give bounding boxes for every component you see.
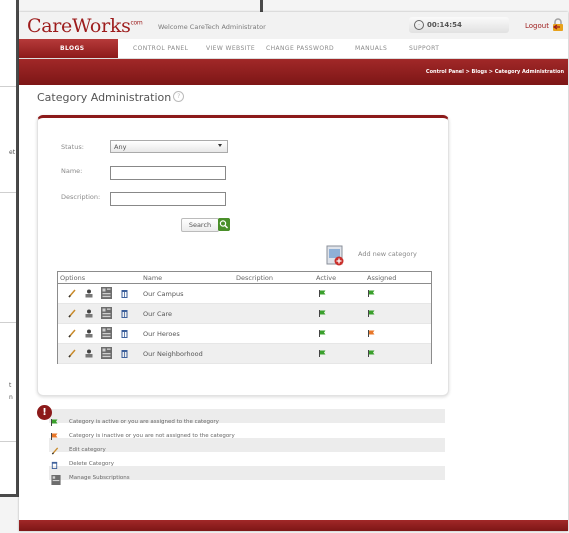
- top-bar: CareWorkscom Welcome CareTech Administra…: [19, 12, 568, 39]
- row-name[interactable]: Our Care: [143, 310, 172, 318]
- row-name[interactable]: Our Heroes: [143, 330, 180, 338]
- active-green-flag-icon: [319, 290, 326, 297]
- col-name[interactable]: Name: [143, 274, 162, 282]
- user-icon[interactable]: [85, 289, 93, 298]
- warning-icon: !: [37, 405, 52, 420]
- pencil-icon[interactable]: [68, 329, 76, 338]
- subscriptions-icon[interactable]: [101, 327, 112, 339]
- status-label: Status:: [61, 143, 84, 151]
- assigned-orange-flag-icon: [368, 330, 375, 337]
- search-button[interactable]: Search: [181, 218, 230, 232]
- trash-icon[interactable]: [121, 289, 128, 298]
- subscriptions-icon[interactable]: [101, 287, 112, 299]
- nav-change-password[interactable]: CHANGE PASSWORD: [266, 45, 334, 52]
- subscriptions-icon: [51, 475, 61, 485]
- clock-icon: ·: [414, 20, 424, 30]
- col-assigned[interactable]: Assigned: [367, 274, 396, 282]
- pencil-icon: [51, 447, 59, 455]
- legend-item: Category is inactive or you are not assi…: [51, 433, 235, 442]
- legend-item: Category is active or you are assigned t…: [51, 419, 219, 428]
- table-row: Our Campus: [58, 284, 431, 304]
- active-green-flag-icon: [319, 330, 326, 337]
- status-select[interactable]: Any: [110, 140, 228, 153]
- main-nav: BLOGS CONTROL PANEL VIEW WEBSITE CHANGE …: [19, 39, 568, 59]
- trash-icon: [51, 461, 58, 469]
- row-name[interactable]: Our Campus: [143, 290, 183, 298]
- description-input[interactable]: [110, 192, 226, 206]
- legend-item: Manage Subscriptions: [51, 475, 130, 487]
- footer-bar: [19, 520, 568, 531]
- welcome-text: Welcome CareTech Administrator: [158, 23, 266, 31]
- search-icon: [218, 218, 230, 231]
- user-icon[interactable]: [85, 329, 93, 338]
- col-description[interactable]: Description: [236, 274, 273, 282]
- assigned-green-flag-icon: [368, 350, 375, 357]
- legend-item: Delete Category: [51, 461, 114, 471]
- trash-icon[interactable]: [121, 329, 128, 338]
- col-options: Options: [60, 274, 86, 282]
- lock-icon[interactable]: [552, 18, 564, 32]
- active-green-flag-icon: [319, 350, 326, 357]
- logout-link[interactable]: Logout: [525, 22, 549, 30]
- session-timer: · 00:14:54: [409, 17, 509, 33]
- name-label: Name:: [61, 167, 83, 175]
- assigned-green-flag-icon: [368, 290, 375, 297]
- trash-icon[interactable]: [121, 309, 128, 318]
- add-category-link[interactable]: Add new category: [358, 250, 417, 258]
- breadcrumb-band: Control Panel > Blogs > Category Adminis…: [19, 59, 568, 85]
- timer-value: 00:14:54: [427, 21, 462, 29]
- col-active[interactable]: Active: [316, 274, 336, 282]
- page-title: Category Administration?: [37, 91, 185, 104]
- green-flag-icon: [51, 419, 58, 426]
- legend: ! Category is active or you are assigned…: [37, 405, 445, 493]
- description-label: Description:: [61, 193, 101, 201]
- legend-item: Edit category: [51, 447, 106, 457]
- pencil-icon[interactable]: [68, 289, 76, 298]
- category-panel: Status: Any Name: Description: Search Ad…: [37, 115, 449, 396]
- table-row: Our Neighborhood: [58, 344, 431, 364]
- assigned-green-flag-icon: [368, 310, 375, 317]
- name-input[interactable]: [110, 166, 226, 180]
- table-row: Our Heroes: [58, 324, 431, 344]
- row-name[interactable]: Our Neighborhood: [143, 350, 203, 358]
- active-green-flag-icon: [319, 310, 326, 317]
- app-window: CareWorkscom Welcome CareTech Administra…: [19, 12, 568, 531]
- category-table: Options Name Description Active Assigned…: [57, 271, 432, 364]
- nav-blogs[interactable]: BLOGS: [60, 45, 85, 52]
- nav-manuals[interactable]: MANUALS: [355, 45, 387, 52]
- pencil-icon[interactable]: [68, 309, 76, 318]
- nav-control-panel[interactable]: CONTROL PANEL: [133, 45, 188, 52]
- subscriptions-icon[interactable]: [101, 307, 112, 319]
- breadcrumb[interactable]: Control Panel > Blogs > Category Adminis…: [426, 69, 564, 75]
- table-row: Our Care: [58, 304, 431, 324]
- trash-icon[interactable]: [121, 349, 128, 358]
- nav-view-website[interactable]: VIEW WEBSITE: [206, 45, 255, 52]
- background-frame: et t n: [0, 0, 19, 497]
- logo[interactable]: CareWorkscom: [27, 15, 143, 37]
- orange-flag-icon: [51, 433, 58, 440]
- chevron-down-icon: [218, 144, 222, 147]
- user-icon[interactable]: [85, 349, 93, 358]
- help-icon[interactable]: ?: [173, 91, 185, 102]
- add-category-icon[interactable]: [326, 245, 346, 267]
- subscriptions-icon[interactable]: [101, 347, 112, 359]
- user-icon[interactable]: [85, 309, 93, 318]
- table-header: Options Name Description Active Assigned: [58, 272, 431, 284]
- pencil-icon[interactable]: [68, 349, 76, 358]
- nav-support[interactable]: SUPPORT: [409, 45, 439, 52]
